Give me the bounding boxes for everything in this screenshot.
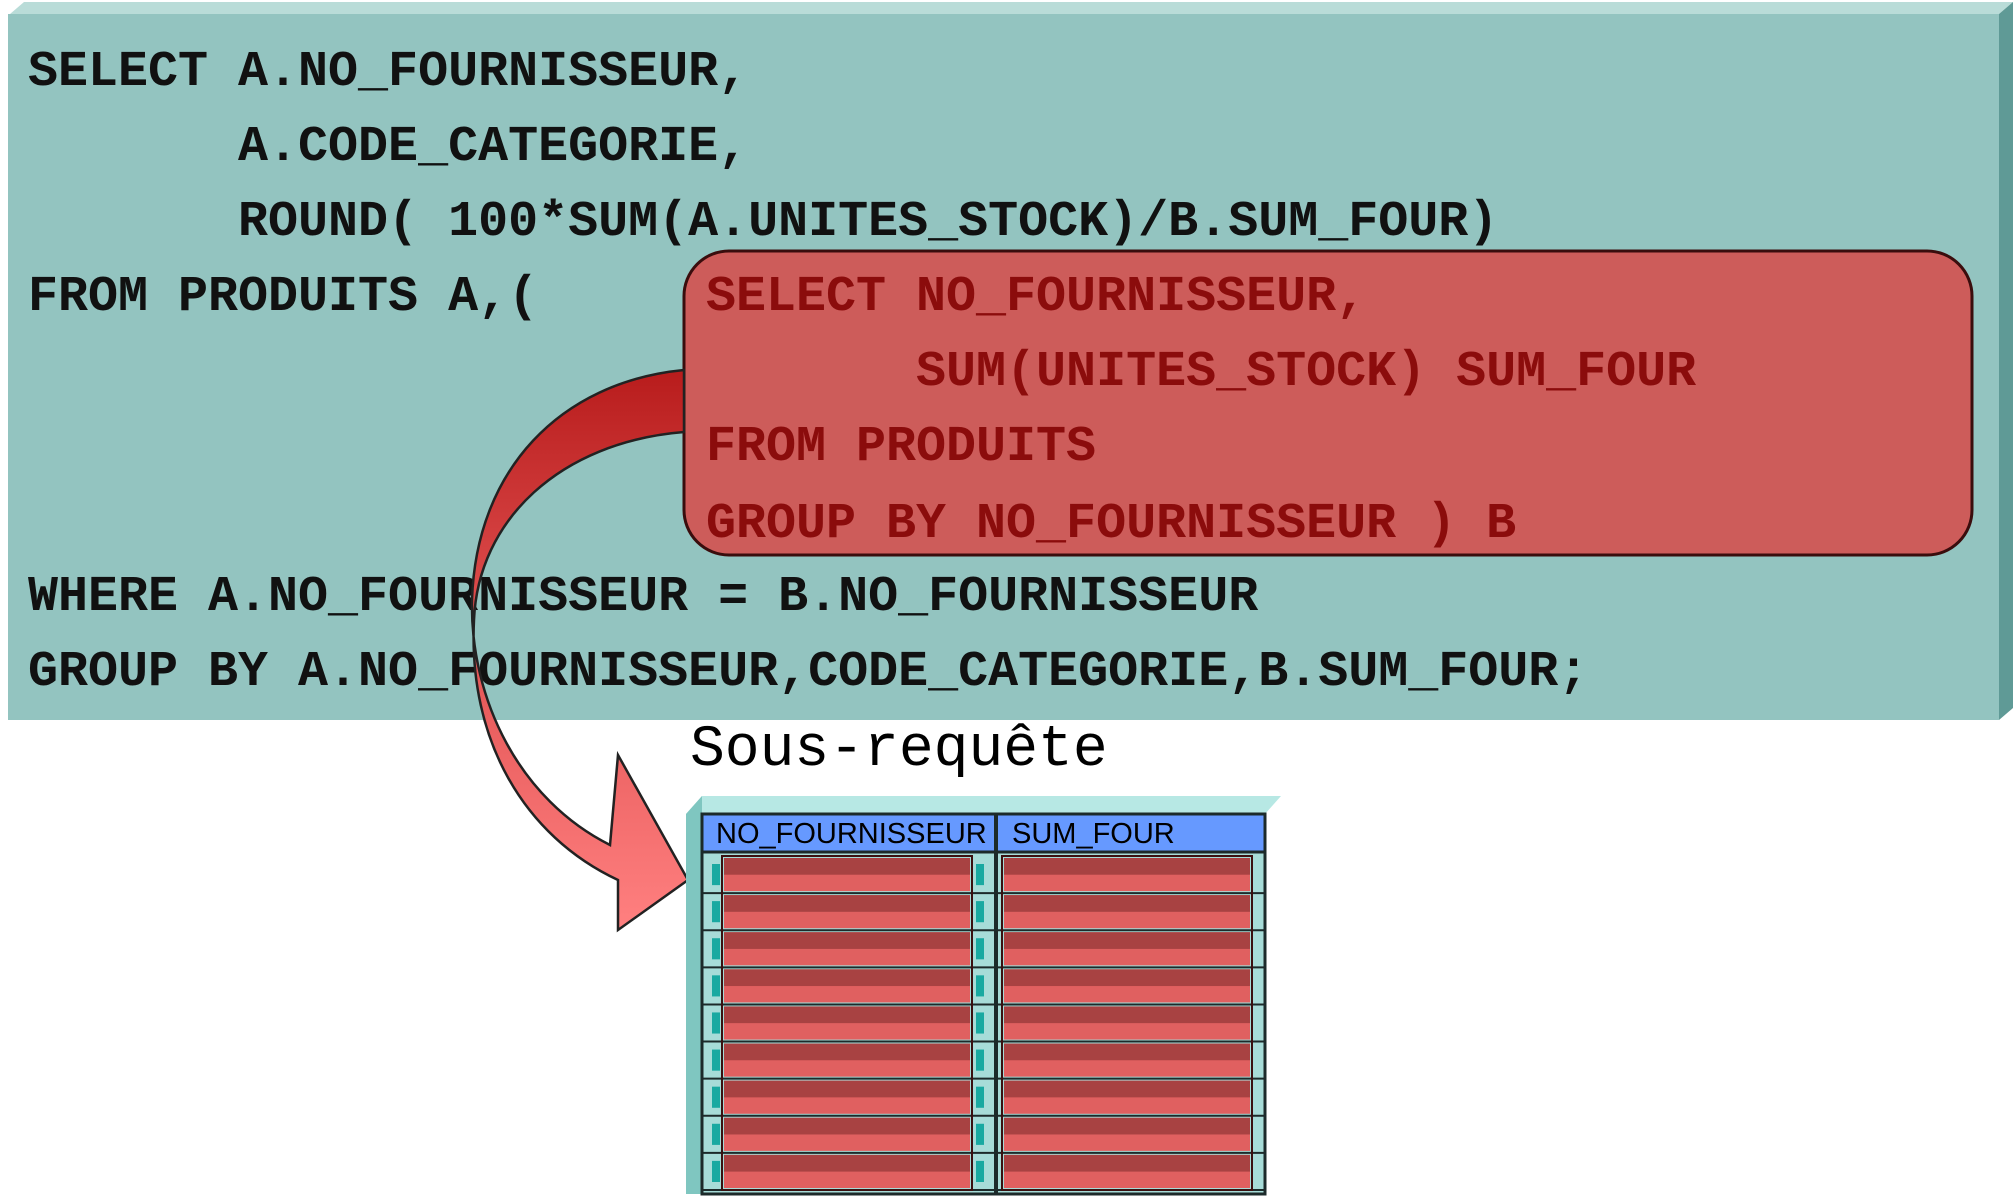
table-cell-band bbox=[1004, 1006, 1250, 1024]
column-header-sum-four: SUM_FOUR bbox=[1012, 818, 1175, 850]
table-cell-band bbox=[1004, 858, 1250, 875]
main-query-line: SELECT A.NO_FOURNISSEUR, bbox=[28, 44, 748, 101]
subquery-line: GROUP BY NO_FOURNISSEUR ) B bbox=[706, 496, 1516, 553]
row-marker bbox=[976, 1123, 984, 1145]
row-marker bbox=[712, 1086, 720, 1108]
main-query-line: FROM PRODUITS A,( bbox=[28, 269, 538, 326]
main-query-line: ROUND( 100*SUM(A.UNITES_STOCK)/B.SUM_FOU… bbox=[28, 194, 1498, 251]
row-marker bbox=[976, 1012, 984, 1034]
row-marker bbox=[712, 975, 720, 997]
table-cell-band bbox=[1004, 895, 1250, 912]
main-box-side-face bbox=[1999, 2, 2013, 720]
row-marker bbox=[712, 901, 720, 923]
subquery-diagram: SELECT A.NO_FOURNISSEUR, A.CODE_CATEGORI… bbox=[8, 2, 2013, 1196]
main-box-top-face bbox=[10, 2, 2013, 14]
row-marker bbox=[712, 1049, 720, 1071]
table-cell-band bbox=[724, 1080, 970, 1098]
row-marker bbox=[976, 1086, 984, 1108]
table-cell-band bbox=[724, 969, 970, 987]
main-query-line: GROUP BY A.NO_FOURNISSEUR,CODE_CATEGORIE… bbox=[28, 644, 1588, 701]
table-cell-band bbox=[724, 1006, 970, 1024]
result-table: NO_FOURNISSEUR SUM_FOUR bbox=[686, 796, 1281, 1196]
table-cell-band bbox=[1004, 1080, 1250, 1098]
row-marker bbox=[712, 1012, 720, 1034]
table-left-face bbox=[686, 796, 702, 1194]
table-cell-band bbox=[1004, 1117, 1250, 1135]
row-marker bbox=[712, 1123, 720, 1145]
table-rows bbox=[702, 855, 1265, 1191]
main-query-line: A.CODE_CATEGORIE, bbox=[28, 119, 748, 176]
row-marker bbox=[976, 1160, 984, 1182]
subquery-line: FROM PRODUITS bbox=[706, 419, 1096, 476]
table-top-face bbox=[686, 796, 1281, 814]
column-header-no-fournisseur: NO_FOURNISSEUR bbox=[716, 818, 987, 850]
table-cell-band bbox=[724, 1154, 970, 1172]
row-marker bbox=[712, 1160, 720, 1182]
table-cell-band bbox=[1004, 1154, 1250, 1172]
row-marker bbox=[976, 975, 984, 997]
table-cell-band bbox=[1004, 969, 1250, 987]
table-cell-band bbox=[1004, 1043, 1250, 1061]
diagram-stage: SELECT A.NO_FOURNISSEUR, A.CODE_CATEGORI… bbox=[0, 0, 2015, 1203]
main-query-line: WHERE A.NO_FOURNISSEUR = B.NO_FOURNISSEU… bbox=[28, 569, 1258, 626]
row-marker bbox=[976, 901, 984, 923]
row-marker bbox=[976, 1049, 984, 1071]
table-cell-band bbox=[1004, 932, 1250, 949]
table-cell-band bbox=[724, 895, 970, 912]
subquery-line: SUM(UNITES_STOCK) SUM_FOUR bbox=[706, 344, 1696, 401]
table-cell-band bbox=[724, 932, 970, 949]
subquery-line: SELECT NO_FOURNISSEUR, bbox=[706, 269, 1366, 326]
subquery-caption: Sous-requête bbox=[690, 718, 1108, 783]
table-cell-band bbox=[724, 1043, 970, 1061]
row-marker bbox=[976, 864, 984, 886]
table-cell-band bbox=[724, 1117, 970, 1135]
row-marker bbox=[976, 938, 984, 960]
row-marker bbox=[712, 864, 720, 886]
table-cell-band bbox=[724, 858, 970, 875]
row-marker bbox=[712, 938, 720, 960]
